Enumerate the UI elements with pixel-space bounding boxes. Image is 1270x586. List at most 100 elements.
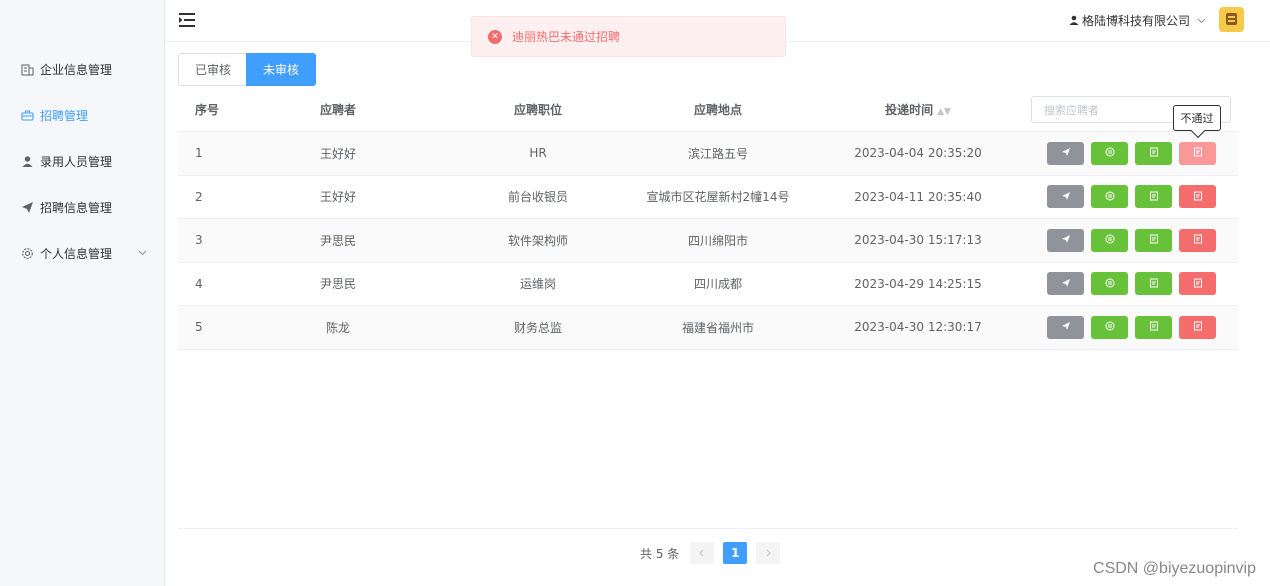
sort-caret-icon[interactable]: ▲▼ [937,107,951,117]
watermark: CSDN @biyezuopinvip [1093,560,1256,577]
send-icon [1061,320,1071,334]
cell-index: 4 [195,276,203,291]
cell-location: 宣城市区花屋新村2幢14号 [646,190,790,205]
next-page-button[interactable] [756,542,781,564]
tab-reviewed[interactable]: 已审核 [178,53,247,86]
sidebar-item-recruitment[interactable]: 招聘管理 [0,100,165,130]
send-icon [1061,277,1071,291]
message-icon [1105,233,1115,247]
cell-location: 福建省福州市 [681,320,754,335]
reject-button[interactable] [1179,272,1216,296]
cell-actions [1018,315,1238,339]
cell-location: 四川绵阳市 [687,233,748,248]
error-circle-icon: ✕ [488,29,502,44]
reject-button[interactable] [1179,141,1216,165]
cell-applicant: 陈龙 [325,320,350,335]
reject-button[interactable] [1179,315,1216,339]
chevron-right-icon [766,549,772,557]
sidebar-item-recruit-info[interactable]: 招聘信息管理 [0,192,165,222]
document-icon [1149,190,1159,204]
approve-button[interactable] [1135,141,1172,165]
message-button[interactable] [1091,272,1128,296]
send-icon [20,200,34,214]
page-number-button[interactable]: 1 [723,542,748,564]
sidebar-item-hired-staff[interactable]: 录用人员管理 [0,146,165,176]
send-icon [1061,233,1071,247]
cell-time: 2023-04-29 14:25:15 [854,276,982,291]
message-button[interactable] [1091,315,1128,339]
pagination: 共 5 条 1 [640,542,781,564]
send-button[interactable] [1047,228,1084,252]
reject-button[interactable] [1179,228,1216,252]
document-icon [1193,233,1203,247]
message-icon [1105,190,1115,204]
table-row: 1 王好好 HR 滨江路五号 2023-04-04 20:35:20 [178,132,1238,176]
col-time-label: 投递时间 [885,103,934,117]
cell-applicant: 王好好 [319,190,356,205]
approve-button[interactable] [1135,228,1172,252]
table-row: 5 陈龙 财务总监 福建省福州市 2023-04-30 12:30:17 [178,306,1238,350]
document-icon [1193,277,1203,291]
sidebar-item-personal-info[interactable]: 个人信息管理 [0,238,165,268]
user-icon [1069,14,1079,28]
message-icon [1105,277,1115,291]
col-time[interactable]: 投递时间 ▲▼ [818,101,1018,118]
cell-actions [1018,185,1238,209]
sidebar-item-label: 个人信息管理 [40,246,113,261]
approve-button[interactable] [1135,315,1172,339]
message-button[interactable] [1091,228,1128,252]
cell-actions [1018,141,1238,165]
cell-time: 2023-04-04 20:35:20 [854,146,982,161]
prev-page-button[interactable] [690,542,715,564]
sidebar-item-label: 招聘信息管理 [40,200,113,215]
avatar[interactable] [1219,7,1244,32]
gear-icon [20,246,34,260]
building-icon [20,62,34,76]
cell-applicant: 尹思民 [319,233,356,248]
document-icon [1149,233,1159,247]
col-index: 序号 [195,103,220,117]
cell-index: 1 [195,146,203,161]
col-applicant: 应聘者 [319,103,356,117]
cell-index: 5 [195,320,203,335]
table-row: 4 尹思民 运维岗 四川成都 2023-04-29 14:25:15 [178,263,1238,306]
tab-unreviewed[interactable]: 未审核 [246,53,316,86]
briefcase-icon [20,108,34,122]
cell-time: 2023-04-11 20:35:40 [854,189,982,204]
document-icon [1149,277,1159,291]
chevron-down-icon [1197,14,1206,28]
document-icon [1193,146,1203,160]
document-icon [1193,320,1203,334]
document-icon [1149,320,1159,334]
col-location: 应聘地点 [693,103,742,117]
cell-time: 2023-04-30 12:30:17 [854,320,982,335]
table-row: 3 尹思民 软件架构师 四川绵阳市 2023-04-30 15:17:13 [178,219,1238,263]
send-button[interactable] [1047,315,1084,339]
send-icon [1061,146,1071,160]
send-button[interactable] [1047,272,1084,296]
message-button[interactable] [1091,185,1128,209]
company-dropdown[interactable]: 格陆博科技有限公司 [1069,12,1206,29]
sidebar-item-label: 招聘管理 [40,108,89,123]
toast-message: 迪丽热巴未通过招聘 [512,30,621,44]
menu-toggle-icon[interactable] [179,13,195,27]
approve-button[interactable] [1135,185,1172,209]
message-icon [1105,320,1115,334]
user-icon [20,154,34,168]
cell-index: 3 [195,233,203,248]
cell-location: 四川成都 [693,277,742,292]
message-button[interactable] [1091,141,1128,165]
error-message-toast: ✕ 迪丽热巴未通过招聘 [471,16,786,57]
table-header: 序号 应聘者 应聘职位 应聘地点 投递时间 ▲▼ [178,88,1238,132]
sidebar-item-company-info[interactable]: 企业信息管理 [0,54,165,84]
approve-button[interactable] [1135,272,1172,296]
sidebar-item-label: 企业信息管理 [40,62,113,77]
message-icon [1105,146,1115,160]
applicants-table: 序号 应聘者 应聘职位 应聘地点 投递时间 ▲▼ 1 王好好 HR 滨江路五号 2023-… [178,88,1238,350]
reject-button[interactable] [1179,185,1216,209]
send-button[interactable] [1047,185,1084,209]
chevron-left-icon [699,549,704,557]
send-button[interactable] [1047,141,1084,165]
reject-tooltip: 不通过 [1173,105,1221,131]
document-icon [1149,146,1159,160]
